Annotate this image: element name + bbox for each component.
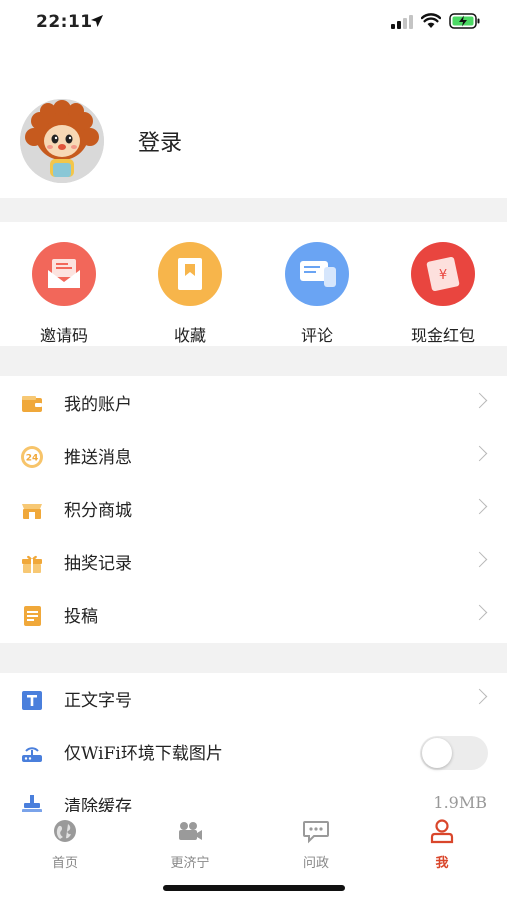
chevron-right-icon bbox=[471, 445, 488, 462]
tab-home[interactable]: 首页 bbox=[15, 818, 115, 871]
quick-label: 现金红包 bbox=[410, 326, 475, 345]
wifi-icon bbox=[421, 13, 441, 28]
router-icon bbox=[22, 747, 42, 762]
document-icon bbox=[24, 606, 41, 626]
menu-label: 推送消息 bbox=[64, 448, 132, 468]
menu-lottery-records[interactable]: 抽奖记录 bbox=[0, 536, 507, 589]
wallet-icon bbox=[22, 396, 42, 412]
video-camera-icon bbox=[179, 822, 202, 840]
chevron-right-icon bbox=[471, 551, 488, 568]
menu-wifi-only-images: 仅WiFi环境下载图片 bbox=[0, 726, 507, 779]
red-packet-icon: ¥ bbox=[411, 242, 475, 306]
battery-charging-icon bbox=[449, 13, 480, 29]
chevron-right-icon bbox=[471, 392, 488, 409]
section-divider bbox=[0, 346, 507, 376]
svg-text:¥: ¥ bbox=[439, 268, 447, 283]
tab-label: 更济宁 bbox=[170, 856, 210, 871]
menu-label: 抽奖记录 bbox=[64, 554, 132, 574]
envelope-icon bbox=[32, 242, 96, 306]
wifi-only-toggle[interactable] bbox=[420, 736, 488, 770]
tab-label: 我 bbox=[435, 856, 449, 871]
quick-actions: 邀请码 收藏 评论 ¥ 现金红包 bbox=[0, 222, 507, 346]
avatar[interactable] bbox=[20, 99, 104, 183]
comment-icon bbox=[285, 242, 349, 306]
tab-gengjining[interactable]: 更济宁 bbox=[140, 818, 240, 871]
home-indicator bbox=[163, 885, 345, 891]
menu-label: 正文字号 bbox=[64, 691, 132, 711]
globe-icon bbox=[54, 820, 76, 842]
menu-font-size[interactable]: 正文字号 bbox=[0, 673, 507, 726]
toggle-knob bbox=[422, 738, 452, 768]
login-label[interactable]: 登录 bbox=[138, 125, 182, 157]
person-icon bbox=[430, 819, 454, 844]
text-size-icon bbox=[22, 691, 42, 710]
status-bar: 22:11 bbox=[0, 0, 507, 44]
quick-invite-code[interactable]: 邀请码 bbox=[9, 242, 119, 346]
chevron-right-icon bbox=[471, 604, 488, 621]
menu-my-account[interactable]: 我的账户 bbox=[0, 377, 507, 430]
menu-label: 仅WiFi环境下载图片 bbox=[64, 744, 223, 764]
menu-label: 投稿 bbox=[64, 607, 98, 627]
section-divider bbox=[0, 643, 507, 673]
mascot-avatar-icon bbox=[20, 99, 104, 183]
tab-me[interactable]: 我 bbox=[392, 818, 492, 871]
quick-favorites[interactable]: 收藏 bbox=[135, 242, 245, 346]
menu-push-messages[interactable]: 24 推送消息 bbox=[0, 430, 507, 483]
gift-icon bbox=[22, 555, 42, 573]
cache-size-value: 1.9MB bbox=[433, 793, 487, 812]
svg-text:24: 24 bbox=[26, 454, 39, 464]
menu-contribute[interactable]: 投稿 bbox=[0, 589, 507, 642]
chat-icon bbox=[303, 821, 329, 844]
quick-red-packet[interactable]: ¥ 现金红包 bbox=[388, 242, 498, 346]
menu-points-mall[interactable]: 积分商城 bbox=[0, 483, 507, 536]
bookmark-icon bbox=[158, 242, 222, 306]
tab-label: 问政 bbox=[302, 856, 329, 871]
clock-24-icon: 24 bbox=[21, 446, 43, 468]
quick-comments[interactable]: 评论 bbox=[262, 242, 372, 346]
menu-label: 我的账户 bbox=[64, 395, 132, 415]
quick-label: 邀请码 bbox=[39, 326, 88, 345]
menu-label: 积分商城 bbox=[64, 501, 132, 521]
tab-label: 首页 bbox=[51, 856, 78, 871]
tab-wenzheng[interactable]: 问政 bbox=[266, 818, 366, 871]
quick-label: 评论 bbox=[300, 326, 333, 345]
cellular-signal-icon bbox=[391, 15, 413, 29]
chevron-right-icon bbox=[471, 498, 488, 515]
shop-icon bbox=[22, 504, 42, 519]
chevron-right-icon bbox=[471, 688, 488, 705]
section-divider bbox=[0, 198, 507, 222]
quick-label: 收藏 bbox=[173, 326, 206, 345]
location-arrow-icon bbox=[91, 15, 103, 27]
status-time: 22:11 bbox=[36, 12, 93, 32]
